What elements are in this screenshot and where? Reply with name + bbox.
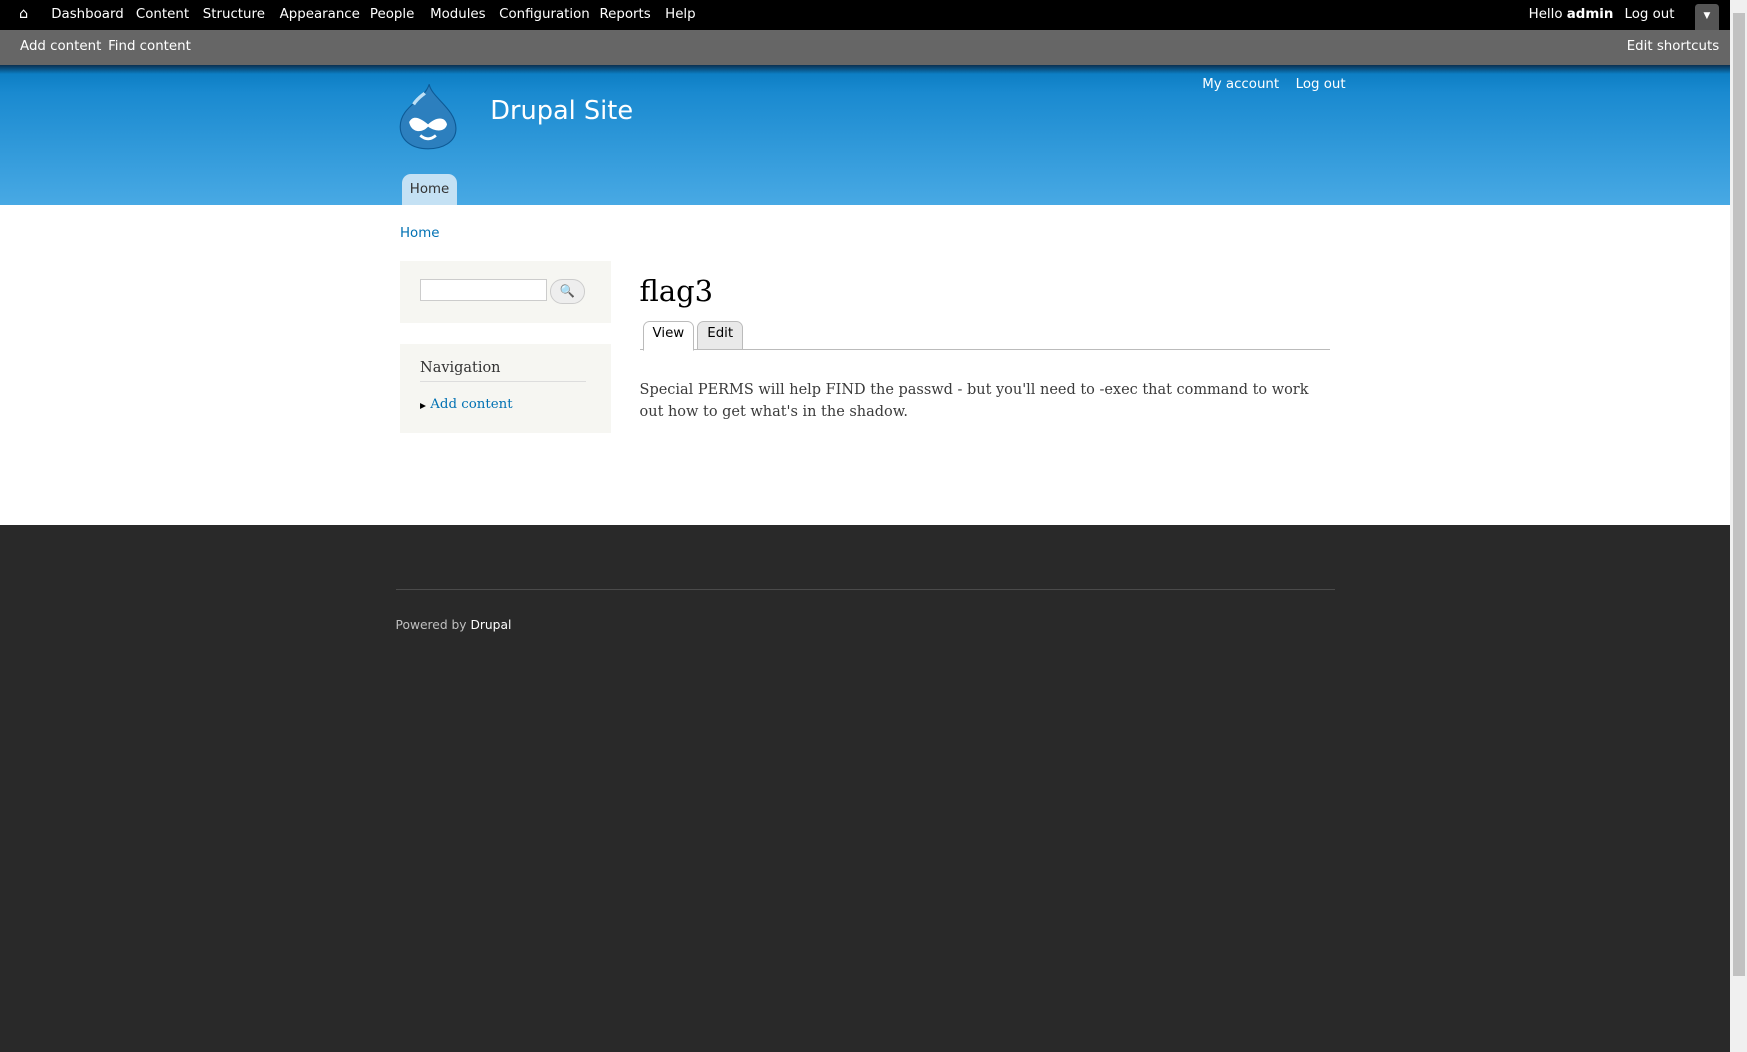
admin-toolbar: ⌂ Dashboard Content Structure Appearance… (0, 0, 1731, 31)
search-input[interactable] (420, 278, 547, 301)
nav-item-add-content[interactable]: ▶ Add content (420, 397, 513, 412)
username[interactable]: admin (1567, 7, 1614, 22)
breadcrumb-home[interactable]: Home (400, 226, 439, 241)
toolbar-appearance[interactable]: Appearance (280, 7, 360, 22)
toolbar-structure[interactable]: Structure (203, 7, 265, 22)
logout-link[interactable]: Log out (1296, 77, 1346, 92)
toolbar-reports[interactable]: Reports (599, 7, 650, 22)
search-button[interactable]: 🔍 (550, 278, 585, 304)
site-header: Drupal Site My account Log out Home (0, 64, 1731, 205)
toolbar-logout[interactable]: Log out (1625, 7, 1675, 22)
page-title: flag3 (639, 274, 714, 309)
main-content-area: Home 🔍 Navigation ▶ Add content flag3 Vi… (0, 205, 1731, 525)
edit-shortcuts-link[interactable]: Edit shortcuts (1627, 39, 1719, 54)
shortcut-find-content[interactable]: Find content (108, 39, 191, 54)
scrollbar-thumb[interactable] (1732, 13, 1745, 977)
tab-view[interactable]: View (642, 320, 694, 351)
toolbar-configuration[interactable]: Configuration (499, 7, 590, 22)
toolbar-dashboard[interactable]: Dashboard (51, 7, 123, 22)
shortcut-add-content[interactable]: Add content (20, 39, 101, 54)
toolbar-content[interactable]: Content (136, 7, 189, 22)
main-menu-home-tab[interactable]: Home (402, 173, 457, 205)
toolbar-people[interactable]: People (370, 7, 414, 22)
hello-text: Hello admin (1528, 6, 1614, 22)
footer-divider (395, 589, 1335, 591)
bullet-icon: ▶ (420, 400, 427, 410)
shortcuts-bar: Add content Find content Edit shortcuts (0, 30, 1731, 65)
tab-edit[interactable]: Edit (697, 320, 743, 350)
drupal-logo[interactable] (398, 82, 458, 151)
powered-by: Powered by Drupal (395, 618, 512, 633)
site-name[interactable]: Drupal Site (490, 96, 633, 126)
node-tabs: View Edit (639, 320, 1331, 351)
my-account-link[interactable]: My account (1202, 77, 1279, 92)
navigation-block: Navigation ▶ Add content (399, 344, 611, 434)
home-icon[interactable]: ⌂ (19, 6, 28, 22)
node-body: Special PERMS will help FIND the passwd … (639, 381, 1309, 421)
drupal-link[interactable]: Drupal (470, 618, 511, 632)
secondary-menu: My account Log out (1202, 77, 1345, 92)
toolbar-toggle-button[interactable]: ▼ (1694, 4, 1720, 31)
toolbar-help[interactable]: Help (665, 7, 695, 22)
footer: Powered by Drupal (0, 524, 1731, 1052)
search-block: 🔍 (399, 260, 611, 324)
navigation-title: Navigation (420, 360, 587, 383)
toolbar-modules[interactable]: Modules (430, 7, 486, 22)
